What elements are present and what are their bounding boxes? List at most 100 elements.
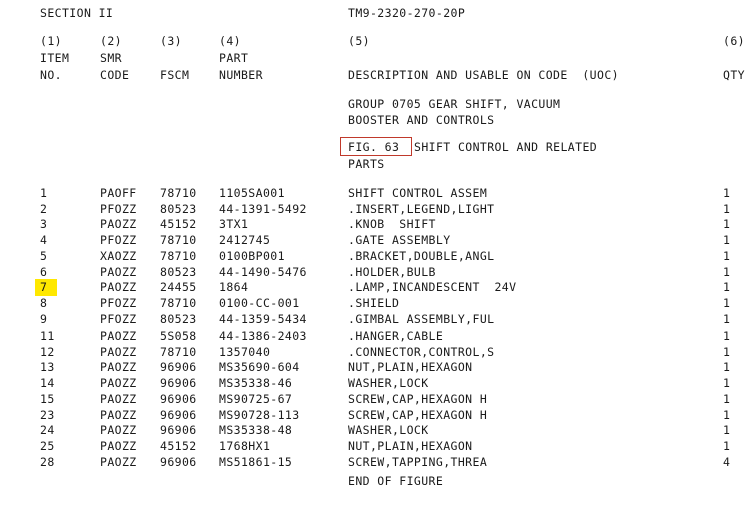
cell-qty: 1 [723,248,731,263]
cell-part-number: 44-1490-5476 [219,264,307,279]
table-row[interactable]: 8 PFOZZ 78710 0100-CC-001 .SHIELD 1 [0,295,752,311]
cell-fscm: 96906 [160,423,197,438]
column-header-part: PART [219,51,249,65]
cell-fscm: 96906 [160,376,197,391]
table-row[interactable]: 9 PFOZZ 80523 44-1359-5434 .GIMBAL ASSEMBLY,… [0,311,752,327]
cell-smr-code: PAOZZ [100,439,137,454]
cell-description: NUT,PLAIN,HEXAGON [348,439,473,454]
table-row[interactable]: 2 PFOZZ 80523 44-1391-5492 .INSERT,LEGEND,LI… [0,201,752,217]
table-row[interactable]: 25 PAOZZ 45152 1768HX1 NUT,PLAIN,HEXAGON 1 [0,438,752,454]
cell-fscm: 78710 [160,296,197,311]
cell-smr-code: PAOZZ [100,344,137,359]
cell-description: .GIMBAL ASSEMBLY,FUL [348,311,495,326]
cell-description: NUT,PLAIN,HEXAGON [348,360,473,375]
cell-item-no: 7 [35,279,58,297]
cell-item-no: 6 [40,264,48,279]
cell-qty: 1 [723,360,731,375]
table-row[interactable]: 11 PAOZZ 5S058 44-1386-2403 .HANGER,CABLE 1 [0,328,752,344]
column-header-qty: QTY [723,68,745,82]
cell-item-no: 25 [40,439,55,454]
cell-description: .INSERT,LEGEND,LIGHT [348,201,495,216]
table-row[interactable]: 12 PAOZZ 78710 1357040 .CONNECTOR,CONTROL,S 1 [0,344,752,360]
column-header-smr-code: CODE [100,68,130,82]
cell-smr-code: PAOZZ [100,407,137,422]
cell-fscm: 80523 [160,264,197,279]
cell-item-no: 12 [40,344,55,359]
cell-smr-code: PAOZZ [100,280,137,295]
column-header-fscm: FSCM [160,68,190,82]
cell-qty: 1 [723,264,731,279]
table-row[interactable]: 23 PAOZZ 96906 MS90728-113 SCREW,CAP,HEXAGON… [0,407,752,423]
cell-fscm: 96906 [160,407,197,422]
cell-item-no: 23 [40,407,55,422]
cell-part-number: 1105SA001 [219,186,285,200]
cell-part-number: 44-1386-2403 [219,328,307,343]
cell-qty: 1 [723,186,731,200]
table-row[interactable]: 28 PAOZZ 96906 MS51861-15 SCREW,TAPPING,THRE… [0,454,752,470]
cell-description: .LAMP,INCANDESCENT 24V [348,280,517,295]
cell-part-number: 0100-CC-001 [219,296,300,311]
cell-smr-code: XAOZZ [100,248,137,263]
cell-fscm: 45152 [160,217,197,232]
cell-part-number: 1768HX1 [219,439,271,454]
cell-item-no: 3 [40,217,48,232]
table-row[interactable]: 15 PAOZZ 96906 MS90725-67 SCREW,CAP,HEXAGON … [0,391,752,407]
figure-title-line-2: PARTS [348,157,385,171]
cell-qty: 1 [723,296,731,311]
cell-part-number: 0100BP001 [219,248,285,263]
cell-description: SCREW,CAP,HEXAGON H [348,407,488,422]
column-header-part-number: NUMBER [219,68,263,82]
cell-part-number: 2412745 [219,233,271,248]
cell-part-number: MS90728-113 [219,407,300,422]
cell-part-number: MS35690-604 [219,360,300,375]
column-number-5: (5) [348,34,370,48]
cell-qty: 1 [723,439,731,454]
cell-part-number: MS51861-15 [219,454,293,469]
cell-qty: 4 [723,454,731,469]
table-row[interactable]: 4 PFOZZ 78710 2412745 .GATE ASSEMBLY 1 [0,232,752,248]
table-row[interactable]: 24 PAOZZ 96906 MS35338-48 WASHER,LOCK 1 [0,422,752,438]
cell-fscm: 78710 [160,344,197,359]
cell-fscm: 45152 [160,439,197,454]
cell-part-number: MS35338-46 [219,376,293,391]
cell-item-no: 11 [40,328,55,343]
cell-description: .SHIELD [348,296,400,311]
cell-fscm: 78710 [160,233,197,248]
table-row[interactable]: 1 PAOFF 78710 1105SA001 SHIFT CONTROL ASSEM 1 [0,185,752,201]
cell-qty: 1 [723,280,731,295]
cell-qty: 1 [723,217,731,232]
cell-smr-code: PAOZZ [100,454,137,469]
cell-part-number: 1357040 [219,344,271,359]
cell-smr-code: PAOZZ [100,264,137,279]
column-header-smr: SMR [100,51,122,65]
column-number-3: (3) [160,34,182,48]
group-title-line-1: GROUP 0705 GEAR SHIFT, VACUUM [348,97,561,111]
cell-qty: 1 [723,376,731,391]
cell-fscm: 80523 [160,201,197,216]
cell-item-no: 24 [40,423,55,438]
cell-description: SCREW,CAP,HEXAGON H [348,391,488,406]
cell-smr-code: PFOZZ [100,311,137,326]
cell-smr-code: PFOZZ [100,201,137,216]
cell-item-no: 13 [40,360,55,375]
table-row[interactable]: 3 PAOZZ 45152 3TX1 .KNOB SHIFT 1 [0,216,752,232]
table-row[interactable]: 13 PAOZZ 96906 MS35690-604 NUT,PLAIN,HEXAGON… [0,359,752,375]
table-row[interactable]: 14 PAOZZ 96906 MS35338-46 WASHER,LOCK 1 [0,375,752,391]
cell-fscm: 5S058 [160,328,197,343]
cell-smr-code: PAOZZ [100,360,137,375]
cell-description: .GATE ASSEMBLY [348,233,451,248]
cell-fscm: 24455 [160,280,197,295]
cell-fscm: 78710 [160,186,197,200]
cell-item-no: 1 [40,186,48,200]
cell-description: .BRACKET,DOUBLE,ANGL [348,248,495,263]
table-row[interactable]: 7 PAOZZ 24455 1864 .LAMP,INCANDESCENT 24V 1 [0,279,752,297]
figure-reference-label[interactable]: FIG. 63 [348,140,399,154]
cell-qty: 1 [723,423,731,438]
table-row[interactable]: 6 PAOZZ 80523 44-1490-5476 .HOLDER,BULB 1 [0,264,752,280]
column-number-4: (4) [219,34,241,48]
cell-qty: 1 [723,233,731,248]
table-row[interactable]: 5 XAOZZ 78710 0100BP001 .BRACKET,DOUBLE,ANGL… [0,248,752,264]
column-header-item-no: NO. [40,68,62,82]
cell-fscm: 78710 [160,248,197,263]
cell-description: .HOLDER,BULB [348,264,436,279]
